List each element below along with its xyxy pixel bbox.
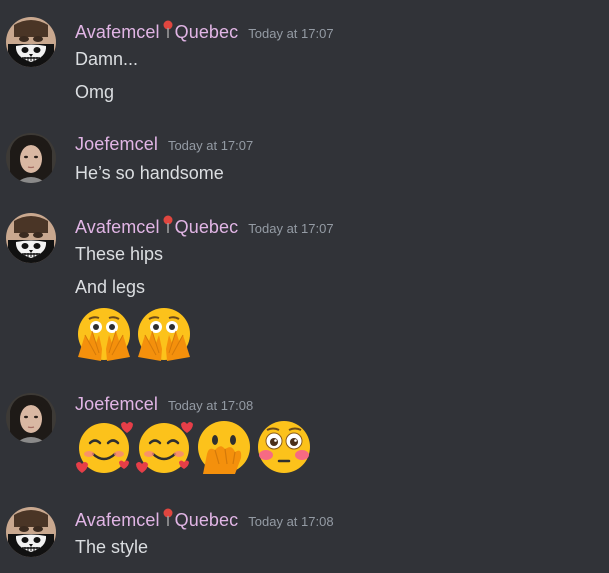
avatar-joe[interactable] (6, 133, 56, 183)
timestamp[interactable]: Today at 17:07 (168, 138, 253, 153)
message-header: Joefemcel Today at 17:08 (75, 394, 253, 418)
username[interactable]: Avafemcel (75, 22, 160, 43)
message-header: Avafemcel Quebec Today at 17:07 (75, 20, 334, 44)
message-header: Avafemcel Quebec Today at 17:07 (75, 215, 334, 239)
smiling-face-with-hearts-emoji[interactable] (75, 418, 133, 476)
message-text: He’s so handsome (75, 163, 224, 183)
message-text: And legs (75, 277, 146, 297)
avatar-skull-mask[interactable] (6, 17, 56, 67)
timestamp[interactable]: Today at 17:08 (248, 514, 333, 529)
avatar-skull-mask[interactable] (6, 213, 56, 263)
message-header: Joefemcel Today at 17:07 (75, 134, 253, 158)
user-location[interactable]: Quebec (175, 217, 239, 238)
round-pushpin-icon (163, 508, 173, 526)
username[interactable]: Avafemcel (75, 217, 160, 238)
round-pushpin-icon (163, 215, 173, 233)
round-pushpin-icon (163, 20, 173, 38)
username[interactable]: Joefemcel (75, 394, 158, 415)
message-text: These hips (75, 244, 164, 264)
username[interactable]: Avafemcel (75, 510, 160, 531)
face-with-open-eyes-hand-over-mouth-emoji[interactable] (135, 305, 193, 363)
user-location[interactable]: Quebec (175, 22, 239, 43)
timestamp[interactable]: Today at 17:07 (248, 26, 333, 41)
user-location[interactable]: Quebec (175, 510, 239, 531)
timestamp[interactable]: Today at 17:08 (168, 398, 253, 413)
smiling-face-with-hearts-emoji[interactable] (135, 418, 193, 476)
flushed-face-emoji[interactable] (255, 418, 313, 476)
message-text: Damn... (75, 49, 139, 69)
face-with-open-eyes-hand-over-mouth-emoji[interactable] (75, 305, 133, 363)
message-text: The style (75, 537, 149, 557)
avatar-skull-mask[interactable] (6, 507, 56, 557)
message-text: Omg (75, 82, 115, 102)
face-with-hand-over-mouth-emoji[interactable] (195, 418, 253, 476)
emoji-row (75, 305, 193, 363)
emoji-row (75, 418, 313, 476)
avatar-joe[interactable] (6, 393, 56, 443)
chat-messages: Avafemcel Quebec Today at 17:07 Damn... … (0, 0, 609, 573)
message-header: Avafemcel Quebec Today at 17:08 (75, 508, 334, 532)
timestamp[interactable]: Today at 17:07 (248, 221, 333, 236)
username[interactable]: Joefemcel (75, 134, 158, 155)
